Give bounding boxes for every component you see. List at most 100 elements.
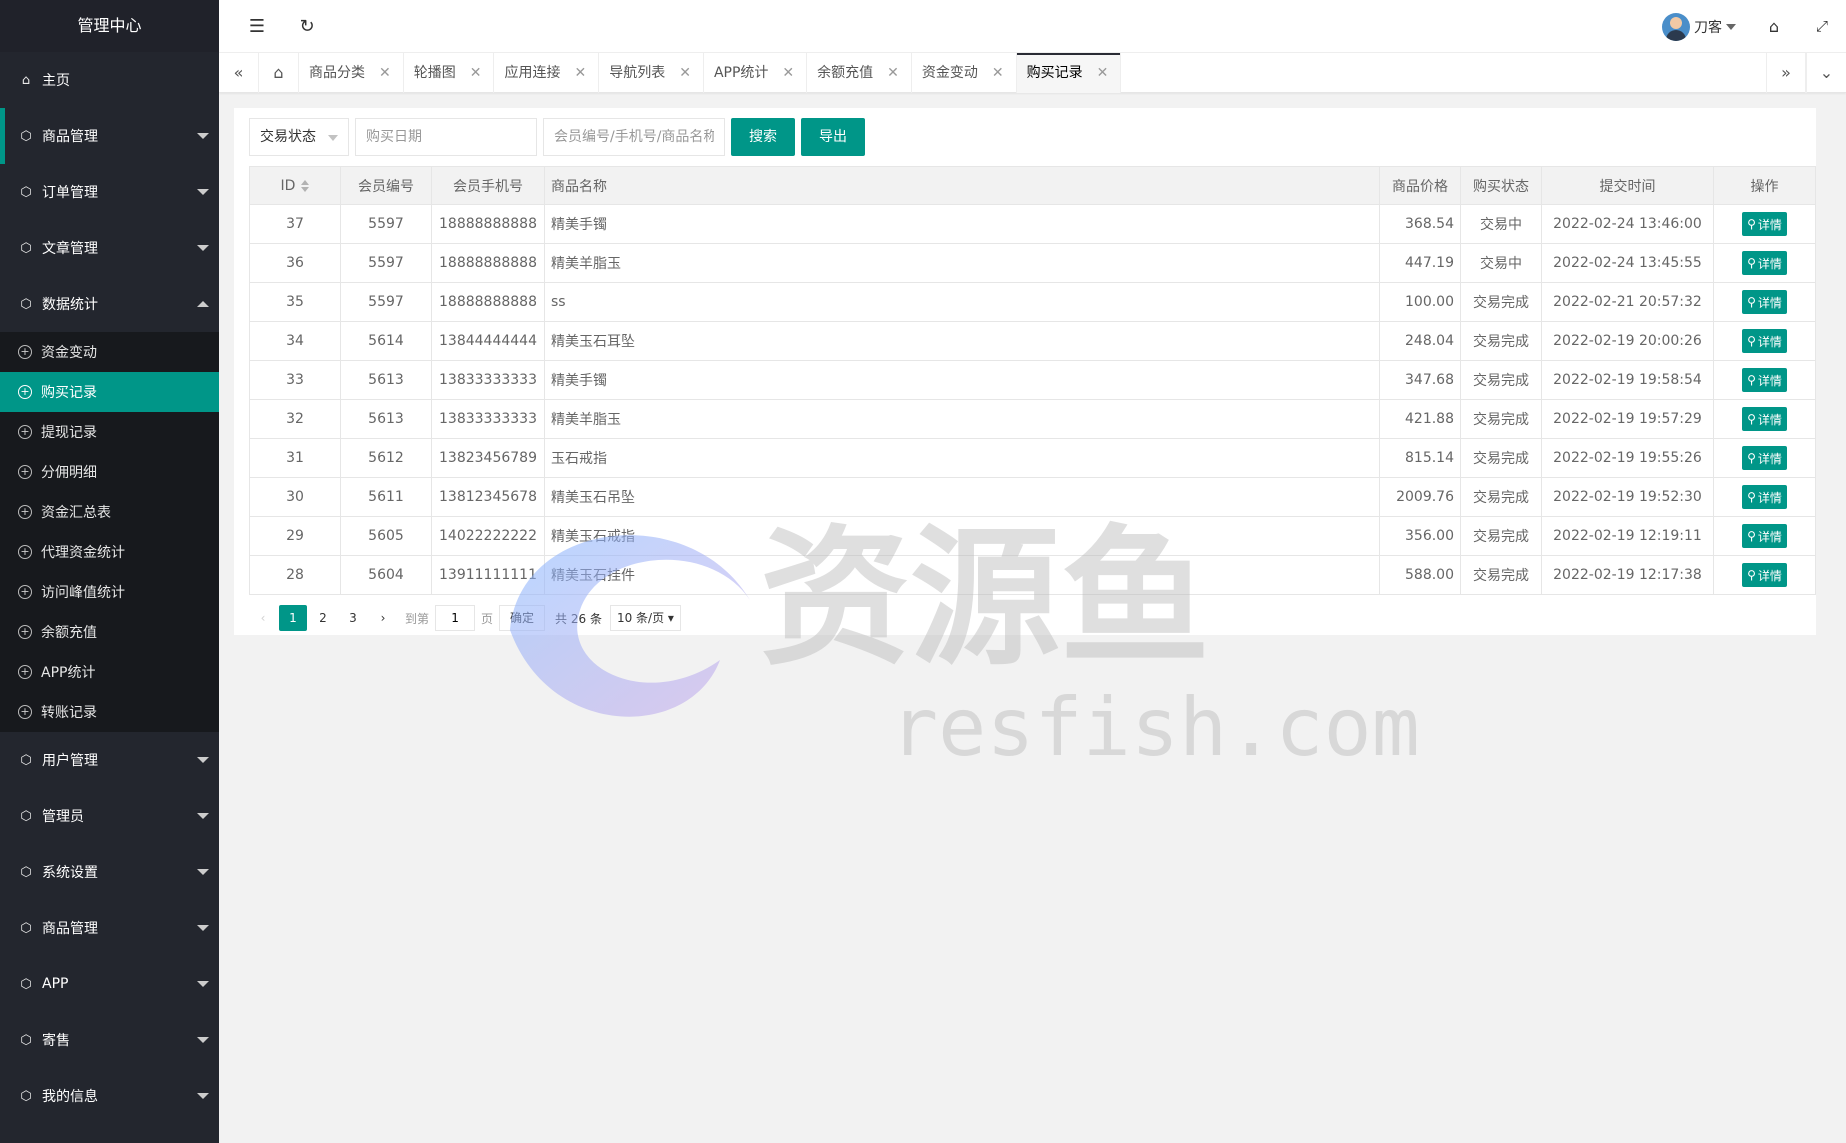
tab-recharge[interactable]: 余额充值 ✕	[807, 53, 912, 93]
detail-button[interactable]: ⚲ 详情	[1742, 329, 1787, 353]
close-icon[interactable]: ✕	[379, 53, 391, 93]
sidebar-item-settings[interactable]: ⬡ 系统设置	[0, 844, 219, 900]
close-icon[interactable]: ✕	[1097, 53, 1109, 93]
detail-button[interactable]: ⚲ 详情	[1742, 251, 1787, 275]
sidebar-subitem[interactable]: + 资金汇总表	[0, 492, 219, 532]
search-icon: ⚲	[1747, 568, 1756, 582]
sidebar-subitem[interactable]: + 余额充值	[0, 612, 219, 652]
sidebar-item-admins[interactable]: ⬡ 管理员	[0, 788, 219, 844]
user-menu[interactable]: 刀客	[1662, 12, 1736, 42]
sidebar-item-label: 用户管理	[42, 753, 98, 769]
sidebar-subitem[interactable]: + 代理资金统计	[0, 532, 219, 572]
cell-status: 交易中	[1460, 204, 1542, 244]
sidebar-item-statistics[interactable]: ⬡ 数据统计	[0, 276, 219, 332]
table-row: 32 5613 13833333333 精美羊脂玉 421.88 交易完成 2022-02-…	[249, 399, 1816, 439]
close-icon[interactable]: ✕	[887, 53, 899, 93]
page-number[interactable]: 3	[339, 605, 367, 631]
cell-status: 交易完成	[1460, 282, 1542, 322]
detail-button[interactable]: ⚲ 详情	[1742, 407, 1787, 431]
tab-nav-list[interactable]: 导航列表 ✕	[599, 53, 704, 93]
plus-circle-icon: +	[18, 585, 32, 599]
chevron-down-icon	[197, 133, 209, 139]
cell-time: 2022-02-24 13:45:55	[1541, 243, 1714, 283]
close-icon[interactable]: ✕	[992, 53, 1004, 93]
keyword-input[interactable]	[543, 118, 725, 156]
page-number-current[interactable]: 1	[279, 605, 307, 631]
close-icon[interactable]: ✕	[679, 53, 691, 93]
tab-fund-changes[interactable]: 资金变动 ✕	[912, 53, 1017, 93]
sidebar-item-app[interactable]: ⬡ APP	[0, 956, 219, 1012]
page-number[interactable]: 2	[309, 605, 337, 631]
tab-app-stats[interactable]: APP统计 ✕	[704, 53, 808, 93]
search-icon: ⚲	[1747, 217, 1756, 231]
sidebar-subitem[interactable]: + 资金变动	[0, 332, 219, 372]
search-button[interactable]: 搜索	[731, 118, 795, 156]
detail-button[interactable]: ⚲ 详情	[1742, 368, 1787, 392]
sidebar-item-home[interactable]: ⌂ 主页	[0, 52, 219, 108]
refresh-icon[interactable]: ↻	[287, 0, 327, 53]
close-icon[interactable]: ✕	[470, 53, 482, 93]
tab-home-icon[interactable]: ⌂	[259, 53, 299, 93]
detail-button[interactable]: ⚲ 详情	[1742, 563, 1787, 587]
column-header-id[interactable]: ID	[249, 166, 341, 205]
status-select[interactable]: 交易状态	[249, 118, 349, 156]
chevron-down-icon	[197, 813, 209, 819]
detail-label: 详情	[1757, 412, 1782, 427]
sidebar-item-goods-2[interactable]: ⬡ 商品管理	[0, 900, 219, 956]
cell-action: ⚲ 详情	[1713, 282, 1816, 322]
menu-toggle-icon[interactable]: ☰	[237, 0, 277, 53]
detail-button[interactable]: ⚲ 详情	[1742, 212, 1787, 236]
sidebar-subitem-active[interactable]: + 购买记录	[0, 372, 219, 412]
sidebar-subitem[interactable]: + 提现记录	[0, 412, 219, 452]
cell-action: ⚲ 详情	[1713, 321, 1816, 361]
sidebar-item-articles[interactable]: ⬡ 文章管理	[0, 220, 219, 276]
sidebar-subitem[interactable]: + 访问峰值统计	[0, 572, 219, 612]
next-page-icon[interactable]: ›	[369, 605, 397, 631]
tab-goods-category[interactable]: 商品分类 ✕	[299, 53, 404, 93]
tab-scroll-left-icon[interactable]: «	[219, 53, 259, 93]
date-input[interactable]	[355, 118, 537, 156]
detail-button[interactable]: ⚲ 详情	[1742, 524, 1787, 548]
cell-action: ⚲ 详情	[1713, 360, 1816, 400]
sidebar-subitem-label: 分佣明细	[41, 465, 97, 481]
detail-button[interactable]: ⚲ 详情	[1742, 485, 1787, 509]
sort-icon[interactable]	[301, 179, 310, 192]
tab-purchase-records[interactable]: 购买记录 ✕	[1016, 53, 1122, 93]
plus-circle-icon: +	[18, 625, 32, 639]
close-icon[interactable]: ✕	[782, 53, 794, 93]
fullscreen-icon[interactable]: ⤢	[1802, 0, 1842, 53]
cell-price: 2009.76	[1379, 477, 1461, 517]
close-icon[interactable]: ✕	[574, 53, 586, 93]
sidebar-item-users[interactable]: ⬡ 用户管理	[0, 732, 219, 788]
tab-scroll-right-icon[interactable]: »	[1766, 53, 1806, 93]
tab-carousel[interactable]: 轮播图 ✕	[404, 53, 495, 93]
cell-status: 交易完成	[1460, 555, 1542, 595]
tab-label: 应用连接	[504, 65, 561, 81]
goto-confirm-button[interactable]: 确定	[499, 605, 546, 631]
tab-menu-chevron-down-icon[interactable]: ⌄	[1806, 53, 1846, 93]
prev-page-icon[interactable]: ‹	[249, 605, 277, 631]
sidebar-subitem[interactable]: + 分佣明细	[0, 452, 219, 492]
detail-button[interactable]: ⚲ 详情	[1742, 446, 1787, 470]
search-icon: ⚲	[1747, 373, 1756, 387]
cell-price: 347.68	[1379, 360, 1461, 400]
sidebar-item-myinfo[interactable]: ⬡ 我的信息	[0, 1068, 219, 1124]
sidebar-item-goods[interactable]: ⬡ 商品管理	[0, 108, 219, 164]
tag-icon[interactable]: ⌂	[1754, 0, 1794, 53]
top-header: ☰ ↻ 刀客 ⌂ ⤢	[219, 0, 1846, 53]
sidebar-item-orders[interactable]: ⬡ 订单管理	[0, 164, 219, 220]
goto-page-input[interactable]	[435, 605, 476, 631]
sidebar-subitem[interactable]: + 转账记录	[0, 692, 219, 732]
page-size-select[interactable]: 10 条/页 ▾	[609, 605, 681, 631]
cell-time: 2022-02-19 19:58:54	[1541, 360, 1714, 400]
tab-app-links[interactable]: 应用连接 ✕	[494, 53, 600, 93]
sidebar-item-consign[interactable]: ⬡ 寄售	[0, 1012, 219, 1068]
detail-button[interactable]: ⚲ 详情	[1742, 290, 1787, 314]
cell-member: 5597	[340, 204, 432, 244]
tab-label: 导航列表	[609, 65, 666, 81]
detail-label: 详情	[1757, 490, 1782, 505]
sidebar-subitem[interactable]: + APP统计	[0, 652, 219, 692]
export-button[interactable]: 导出	[801, 118, 865, 156]
cell-time: 2022-02-19 12:19:11	[1541, 516, 1714, 556]
table-row: 30 5611 13812345678 精美玉石吊坠 2009.76 交易完成 2022-0…	[249, 477, 1816, 517]
